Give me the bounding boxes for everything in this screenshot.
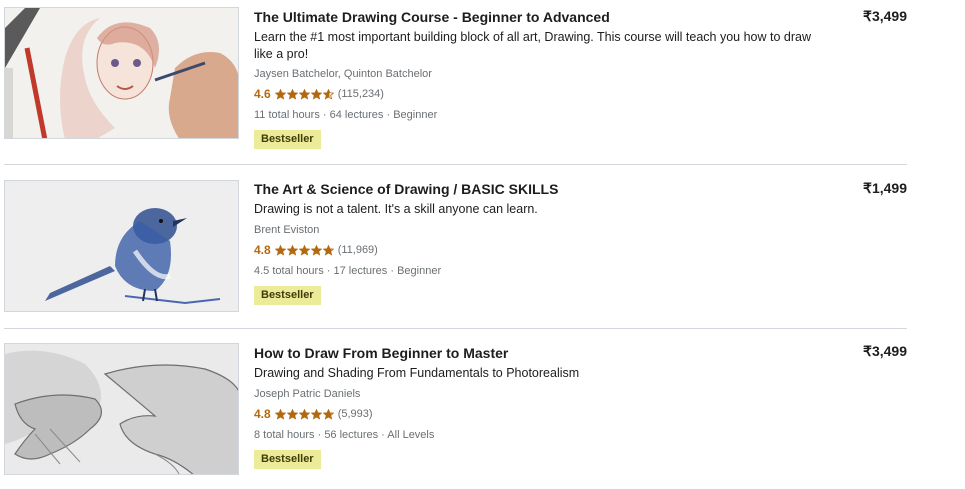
star-icon	[274, 244, 286, 256]
course-headline: Drawing and Shading From Fundamentals to…	[254, 366, 580, 380]
course-meta: 4.5 total hours · 17 lectures · Beginner	[254, 265, 442, 277]
course-title[interactable]: The Art & Science of Drawing / BASIC SKI…	[254, 180, 814, 198]
star-icon	[322, 408, 334, 420]
star-icon	[298, 408, 310, 420]
hands-sketch-image[interactable]	[4, 343, 239, 475]
star-icon	[286, 408, 298, 420]
star-icon	[274, 88, 286, 100]
course-headline: Drawing is not a talent. It's a skill an…	[254, 202, 538, 216]
bestseller-badge: Bestseller	[254, 286, 321, 305]
rating-row: 4.6 (115,234)	[254, 86, 814, 102]
bird-sketch-image[interactable]	[4, 180, 239, 312]
star-rating	[274, 408, 335, 420]
star-icon	[310, 408, 322, 420]
course-price: ₹1,499	[863, 180, 907, 196]
course-instructors: Joseph Patric Daniels	[254, 388, 361, 400]
course-meta: 11 total hours · 64 lectures · Beginner	[254, 109, 438, 121]
star-rating	[274, 244, 335, 256]
divider	[4, 164, 907, 165]
course-title[interactable]: The Ultimate Drawing Course - Beginner t…	[254, 8, 814, 26]
star-rating	[274, 88, 335, 100]
bestseller-badge: Bestseller	[254, 450, 321, 469]
star-icon	[298, 88, 310, 100]
course-info: The Ultimate Drawing Course - Beginner t…	[254, 8, 814, 149]
girl-portrait-sketch-image[interactable]	[4, 7, 239, 139]
star-icon	[286, 88, 298, 100]
star-icon	[322, 244, 334, 256]
course-info: The Art & Science of Drawing / BASIC SKI…	[254, 180, 814, 305]
rating-number: 4.8	[254, 243, 271, 257]
course-headline: Learn the #1 most important building blo…	[254, 30, 811, 61]
course-instructors: Jaysen Batchelor, Quinton Batchelor	[254, 68, 432, 80]
star-icon	[322, 88, 334, 100]
course-list: The Ultimate Drawing Course - Beginner t…	[0, 0, 965, 489]
rating-count: (115,234)	[337, 88, 384, 100]
rating-row: 4.8 (11,969)	[254, 242, 814, 258]
rating-row: 4.8 (5,993)	[254, 406, 814, 422]
star-icon	[310, 88, 322, 100]
rating-number: 4.6	[254, 87, 271, 101]
rating-count: (11,969)	[337, 244, 378, 256]
bestseller-badge: Bestseller	[254, 130, 321, 149]
course-meta: 8 total hours · 56 lectures · All Levels	[254, 429, 435, 441]
course-title[interactable]: How to Draw From Beginner to Master	[254, 344, 814, 362]
star-icon	[274, 408, 286, 420]
rating-number: 4.8	[254, 407, 271, 421]
course-price: ₹3,499	[863, 343, 907, 359]
star-icon	[310, 244, 322, 256]
course-info: How to Draw From Beginner to Master Draw…	[254, 344, 814, 469]
course-instructors: Brent Eviston	[254, 224, 320, 236]
star-icon	[298, 244, 310, 256]
course-price: ₹3,499	[863, 8, 907, 24]
rating-count: (5,993)	[337, 408, 373, 420]
star-icon	[286, 244, 298, 256]
divider	[4, 328, 907, 329]
